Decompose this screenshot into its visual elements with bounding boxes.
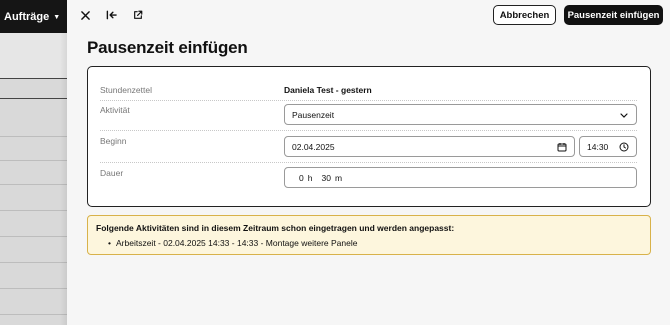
row-divider bbox=[100, 130, 637, 131]
row-divider bbox=[100, 100, 637, 101]
collapse-left-icon[interactable] bbox=[103, 7, 119, 23]
background-app-menu[interactable]: Aufträge ▼ bbox=[0, 0, 67, 33]
cancel-button[interactable]: Abbrechen bbox=[493, 5, 556, 25]
side-panel: Abbrechen Pausenzeit einfügen Pausenzeit… bbox=[67, 0, 670, 325]
break-form: Stundenzettel Daniela Test - gestern Akt… bbox=[87, 66, 651, 207]
calendar-icon[interactable] bbox=[556, 141, 568, 153]
start-date-input[interactable]: 02.04.2025 bbox=[284, 136, 575, 157]
background-divider bbox=[0, 236, 67, 237]
start-time-input[interactable]: 14:30 bbox=[579, 136, 637, 157]
background-app: Aufträge ▼ bbox=[0, 0, 67, 325]
page-title: Pausenzeit einfügen bbox=[87, 38, 248, 57]
duration-label: Dauer bbox=[100, 168, 124, 178]
background-divider bbox=[0, 98, 67, 99]
start-date-value: 02.04.2025 bbox=[292, 141, 335, 152]
close-icon[interactable] bbox=[77, 7, 93, 23]
start-label: Beginn bbox=[100, 136, 127, 146]
panel-shadow bbox=[60, 0, 67, 325]
background-divider bbox=[0, 78, 67, 79]
duration-minutes-unit: m bbox=[334, 172, 343, 183]
clock-icon[interactable] bbox=[618, 141, 630, 153]
notice-title: Folgende Aktivitäten sind in diesem Zeit… bbox=[96, 223, 455, 233]
activity-select[interactable]: Pausenzeit bbox=[284, 104, 637, 125]
list-item: Arbeitszeit - 02.04.2025 14:33 - 14:33 -… bbox=[108, 238, 642, 248]
background-divider bbox=[0, 160, 67, 161]
duration-minutes-value[interactable]: 30 bbox=[321, 173, 330, 183]
background-row bbox=[0, 33, 67, 78]
background-menu-label: Aufträge bbox=[4, 10, 50, 23]
background-divider bbox=[0, 210, 67, 211]
background-divider bbox=[0, 262, 67, 263]
background-divider bbox=[0, 136, 67, 137]
overlap-notice: Folgende Aktivitäten sind in diesem Zeit… bbox=[87, 215, 651, 255]
open-external-icon[interactable] bbox=[130, 7, 146, 23]
row-divider bbox=[100, 162, 637, 163]
duration-hours-value[interactable]: 0 bbox=[299, 173, 304, 183]
background-divider bbox=[0, 184, 67, 185]
timesheet-value: Daniela Test - gestern bbox=[284, 85, 372, 95]
notice-list: Arbeitszeit - 02.04.2025 14:33 - 14:33 -… bbox=[96, 238, 642, 248]
start-time-value: 14:30 bbox=[587, 141, 609, 152]
background-divider bbox=[0, 288, 67, 289]
submit-break-button[interactable]: Pausenzeit einfügen bbox=[564, 5, 663, 25]
activity-label: Aktivität bbox=[100, 105, 130, 115]
timesheet-label: Stundenzettel bbox=[100, 85, 152, 95]
duration-input[interactable]: 0 h 30 m bbox=[284, 167, 637, 188]
chevron-down-icon bbox=[618, 109, 630, 121]
activity-selected-value: Pausenzeit bbox=[292, 109, 335, 120]
background-divider bbox=[0, 314, 67, 315]
panel-toolbar: Abbrechen Pausenzeit einfügen bbox=[67, 0, 670, 30]
duration-hours-unit: h bbox=[307, 172, 313, 183]
